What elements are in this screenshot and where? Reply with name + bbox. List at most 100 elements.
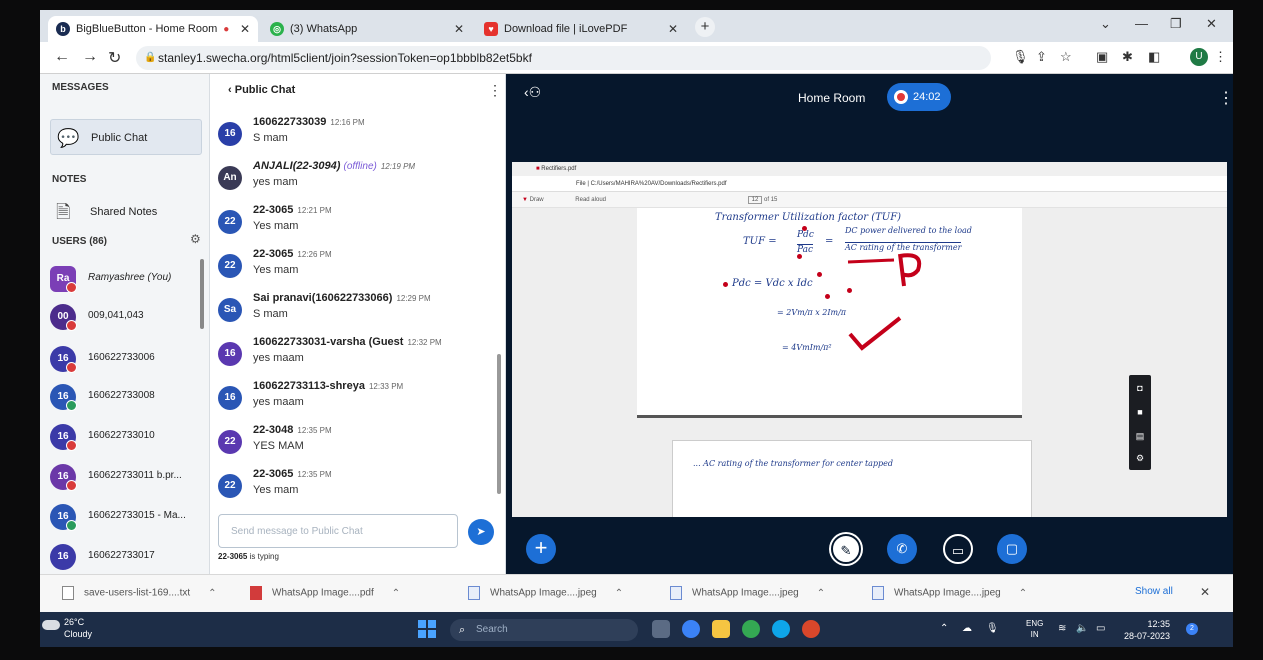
weather-widget[interactable]: 26°C Cloudy — [42, 616, 92, 640]
profile-avatar[interactable]: U — [1190, 48, 1208, 66]
chat-options-icon[interactable]: ⋮ — [488, 82, 502, 99]
download-item[interactable]: WhatsApp Image....pdf ⌃ — [250, 586, 400, 600]
window-icon[interactable]: ▤ — [1134, 431, 1146, 441]
download-item[interactable]: save-users-list-169....txt ⌃ — [62, 586, 217, 600]
share-icon[interactable]: ⇪ — [1036, 49, 1047, 65]
tab-whatsapp[interactable]: ◎ (3) WhatsApp ✕ — [262, 16, 472, 42]
tab-search-icon[interactable]: ⌄ — [1100, 16, 1111, 32]
microphone-tray-icon[interactable]: 🎙 — [986, 623, 999, 634]
forward-arrow-icon[interactable]: → — [82, 48, 98, 66]
user-item[interactable]: Ra Ramyashree (You) — [50, 262, 205, 296]
action-bar: + ✎ ✆ ▭ ▢ — [506, 522, 1233, 574]
chat-bubble-icon: 💬 — [57, 128, 80, 148]
tab-title: Download file | iLovePDF — [504, 23, 628, 35]
mute-microphone-button[interactable]: ✎ — [831, 534, 861, 564]
recording-indicator[interactable]: 24:02 — [887, 83, 951, 111]
download-item[interactable]: WhatsApp Image....jpeg ⌃ — [468, 586, 623, 600]
chat-scrollbar[interactable] — [497, 354, 501, 494]
shared-notes-item[interactable]: 🗎 Shared Notes — [50, 194, 200, 230]
share-screen-button[interactable]: ▢ — [997, 534, 1027, 564]
chevron-up-icon[interactable]: ⌃ — [940, 623, 948, 634]
messages-panel: MESSAGES 💬 Public Chat NOTES 🗎 Shared No… — [40, 74, 210, 574]
message-time: 12:21 PM — [297, 206, 332, 215]
share-webcam-button[interactable]: ▭ — [943, 534, 973, 564]
user-item[interactable]: 16 160622733006 — [50, 342, 205, 376]
menu-icon[interactable]: ⋮ — [1214, 49, 1227, 65]
message-text: yes maam — [253, 396, 304, 408]
show-all-downloads-link[interactable]: Show all — [1135, 586, 1173, 597]
annotation-strokes — [847, 253, 922, 351]
speaker-icon[interactable]: 🔈 — [1076, 623, 1088, 634]
reload-icon[interactable]: ↻ — [108, 48, 121, 68]
gear-icon[interactable]: ⚙ — [190, 232, 201, 246]
download-item[interactable]: WhatsApp Image....jpeg ⌃ — [872, 586, 1027, 600]
close-tab-icon[interactable]: ✕ — [240, 22, 250, 36]
url-text: stanley1.swecha.org/html5client/join?ses… — [158, 51, 532, 65]
chrome-icon[interactable] — [742, 620, 760, 638]
video-icon[interactable]: ■ — [1134, 407, 1146, 417]
battery-icon[interactable]: ▭ — [1096, 623, 1105, 634]
send-arrow-icon: ➤ — [476, 526, 486, 538]
close-window-icon[interactable]: ✕ — [1206, 16, 1217, 32]
user-list-toggle-icon[interactable]: ‹⚇ — [524, 84, 541, 101]
new-tab-button[interactable]: + — [695, 17, 715, 37]
tab-ilovepdf[interactable]: ♥ Download file | iLovePDF ✕ — [476, 16, 686, 42]
user-item[interactable]: 16 160622733017 — [50, 540, 205, 574]
close-tab-icon[interactable]: ✕ — [668, 22, 678, 36]
close-tab-icon[interactable]: ✕ — [454, 22, 464, 36]
settings-icon[interactable]: ⚙ — [1134, 453, 1146, 463]
restore-icon[interactable]: ❐ — [1170, 16, 1182, 32]
chevron-up-icon: ⌃ — [208, 587, 217, 599]
screen-share-view: ■ Rectifiers.pdf File | C:/Users/MAHIRA%… — [512, 162, 1227, 517]
minimize-icon[interactable]: — — [1135, 16, 1148, 31]
notification-badge[interactable]: 2 — [1186, 623, 1198, 635]
edge-icon[interactable] — [772, 620, 790, 638]
close-downloads-icon[interactable]: ✕ — [1200, 585, 1210, 599]
leave-audio-button[interactable]: ✆ — [887, 534, 917, 564]
back-arrow-icon[interactable]: ← — [54, 48, 70, 66]
user-item[interactable]: 16 160622733015 - Ma... — [50, 500, 205, 534]
chat-message: 22 22-3065 12:35 PM Yes mam — [218, 468, 488, 512]
user-item[interactable]: 16 160622733011 b.pr... — [50, 460, 205, 494]
tab-bigbluebutton[interactable]: b BigBlueButton - Home Room ● ✕ — [48, 16, 258, 42]
options-menu-icon[interactable]: ⋮ — [1218, 88, 1233, 108]
message-time: 12:35 PM — [297, 470, 332, 479]
language-indicator[interactable]: ENG IN — [1026, 618, 1043, 640]
extension-icon[interactable]: ▣ — [1096, 49, 1108, 65]
task-view-icon[interactable] — [652, 620, 670, 638]
taskbar-clock[interactable]: 12:35 28-07-2023 — [1124, 618, 1170, 642]
chat-message-input[interactable]: Send message to Public Chat — [218, 514, 458, 548]
sidebar-icon[interactable]: ◧ — [1148, 49, 1160, 65]
wifi-icon[interactable]: ≋ — [1058, 623, 1066, 634]
camera-icon[interactable]: ◘ — [1134, 383, 1146, 393]
message-sender: 22-3048 12:35 PM — [253, 424, 332, 436]
public-chat-item[interactable]: 💬 Public Chat — [50, 119, 202, 155]
microphone-icon[interactable]: 🎙 — [1012, 49, 1029, 65]
user-item[interactable]: 16 160622733010 — [50, 420, 205, 454]
user-name: 160622733008 — [88, 390, 155, 401]
actions-plus-button[interactable]: + — [526, 534, 556, 564]
user-item[interactable]: 16 160622733008 — [50, 380, 205, 414]
message-text: yes mam — [253, 176, 298, 188]
url-field[interactable]: 🔒 stanley1.swecha.org/html5client/join?s… — [136, 46, 991, 70]
puzzle-icon[interactable]: ✱ — [1122, 49, 1133, 65]
taskbar-search[interactable]: ⌕ Search — [450, 619, 638, 641]
message-time: 12:33 PM — [368, 382, 404, 391]
shared-notes-label: Shared Notes — [90, 206, 158, 218]
avatar: An — [218, 166, 242, 190]
avatar: 22 — [218, 430, 242, 454]
annotation-dot — [817, 272, 822, 277]
windows-start-icon[interactable] — [418, 620, 436, 638]
user-item[interactable]: 00 009,041,043 — [50, 300, 205, 334]
bookmark-star-icon[interactable]: ☆ — [1060, 49, 1072, 65]
download-item[interactable]: WhatsApp Image....jpeg ⌃ — [670, 586, 825, 600]
send-button[interactable]: ➤ — [468, 519, 494, 545]
onedrive-cloud-icon[interactable]: ☁ — [962, 623, 972, 634]
monitor-icon: ▢ — [1005, 541, 1019, 556]
teams-icon[interactable] — [682, 620, 700, 638]
messages-heading: MESSAGES — [52, 82, 109, 93]
chat-header[interactable]: ‹ Public Chat — [228, 84, 295, 96]
powerpoint-icon[interactable] — [802, 620, 820, 638]
search-icon: ⌕ — [459, 624, 466, 636]
file-explorer-icon[interactable] — [712, 620, 730, 638]
